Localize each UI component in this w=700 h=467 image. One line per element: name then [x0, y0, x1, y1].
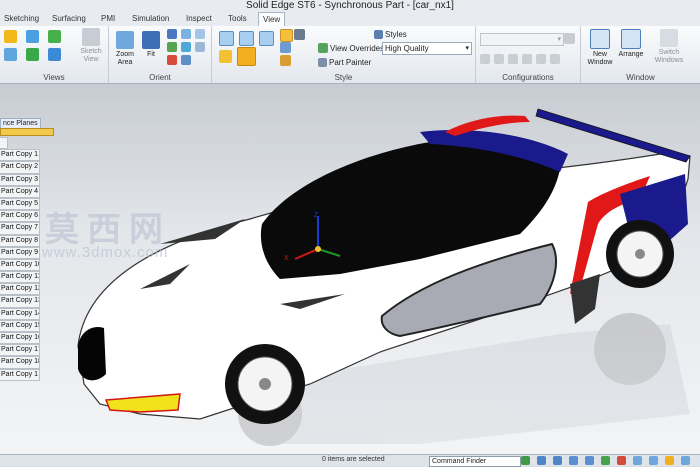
fit-button[interactable]: Fit: [140, 31, 162, 59]
chevron-down-icon: ▾: [557, 36, 561, 43]
visible-edges-icon[interactable]: [649, 456, 658, 465]
zoom-area-icon: [116, 31, 134, 49]
zoom-icon[interactable]: [167, 29, 177, 39]
tab-tools[interactable]: Tools: [224, 12, 251, 25]
config-icon-1[interactable]: [480, 54, 490, 64]
render-quality-select[interactable]: High Quality ▾: [382, 42, 472, 55]
new-window-icon: [590, 29, 610, 49]
config-icon-4[interactable]: [522, 54, 532, 64]
graphics-viewport[interactable]: nce Planes Part Copy 1 Part Copy 2 Part …: [0, 84, 700, 454]
configurations-group-label: Configurations: [502, 73, 554, 82]
switch-windows-button[interactable]: Switch Windows: [649, 29, 689, 65]
light-icon[interactable]: [280, 29, 293, 42]
new-window-button[interactable]: New Window: [583, 29, 617, 67]
tab-surfacing[interactable]: Surfacing: [48, 12, 90, 25]
selection-status: 0 items are selected: [322, 456, 385, 463]
view-front-icon[interactable]: [26, 30, 39, 43]
views-group: Sketch View Views: [0, 26, 109, 83]
look-at-icon[interactable]: [181, 55, 191, 65]
config-icon-5[interactable]: [536, 54, 546, 64]
shaded-yellow-icon[interactable]: [219, 50, 232, 63]
status-bar: 0 items are selected Command Finder: [0, 454, 700, 467]
watermark-url: www.3dmox.com: [42, 244, 169, 261]
car-front-wheel: [225, 344, 305, 424]
tab-sketching[interactable]: Sketching: [0, 12, 43, 25]
orient-group-label: Orient: [149, 73, 171, 82]
common-views-icon[interactable]: [195, 42, 205, 52]
view-cube-icon[interactable]: [4, 30, 17, 43]
view-overrides-icon[interactable]: [318, 43, 328, 53]
style-group-label: Style: [334, 73, 353, 82]
ribbon: Sketch View Views Zoom Area Fit Orient V…: [0, 26, 700, 84]
tab-inspect[interactable]: Inspect: [182, 12, 216, 25]
view-front-icon[interactable]: [537, 456, 546, 465]
view-back-icon[interactable]: [48, 48, 61, 61]
window-title: Solid Edge ST6 - Synchronous Part - [car…: [0, 0, 700, 11]
zoom-area-button[interactable]: Zoom Area: [112, 31, 138, 67]
view-top-icon[interactable]: [48, 30, 61, 43]
part-painter-icon[interactable]: [318, 58, 327, 67]
save-configuration-icon[interactable]: [564, 33, 575, 44]
window-group-label: Window: [626, 73, 655, 82]
display-options-icon[interactable]: [294, 29, 305, 40]
view-right-icon[interactable]: [4, 48, 17, 61]
command-finder-input[interactable]: Command Finder: [429, 456, 521, 467]
config-icon-3[interactable]: [508, 54, 518, 64]
named-views-icon[interactable]: [195, 29, 205, 39]
shaded-icon[interactable]: [219, 31, 234, 46]
sketch-view-icon: [82, 28, 100, 46]
arrange-button[interactable]: Arrange: [617, 29, 645, 59]
sketch-view-button[interactable]: Sketch View: [76, 28, 106, 64]
orient-group: Zoom Area Fit Orient: [109, 26, 212, 83]
config-icon-2[interactable]: [494, 54, 504, 64]
chevron-down-icon: ▾: [465, 45, 469, 52]
rotate-icon[interactable]: [617, 456, 626, 465]
rotate-icon[interactable]: [167, 55, 177, 65]
pan-icon[interactable]: [601, 456, 610, 465]
views-group-label: Views: [43, 73, 65, 82]
car-rear-wheel: [606, 220, 674, 288]
car-model[interactable]: [0, 84, 700, 454]
visible-edges-icon[interactable]: [259, 31, 274, 46]
styles-icon[interactable]: [374, 30, 383, 39]
shaded-edges-icon[interactable]: [239, 31, 254, 46]
zoom-icon[interactable]: [569, 456, 578, 465]
reflection-icon[interactable]: [280, 55, 291, 66]
tab-simulation[interactable]: Simulation: [128, 12, 173, 25]
shaded-visible-edges-icon[interactable]: [237, 47, 256, 66]
styles-button[interactable]: Styles: [385, 30, 407, 39]
shaded-icon[interactable]: [633, 456, 642, 465]
part-painter-button[interactable]: Part Painter: [329, 58, 371, 67]
fit-icon[interactable]: [585, 456, 594, 465]
refresh-icon[interactable]: [521, 456, 530, 465]
config-icon-6[interactable]: [550, 54, 560, 64]
ribbon-tab-bar: Sketching Surfacing PMI Simulation Inspe…: [0, 11, 700, 27]
view-overrides-button[interactable]: View Overrides: [330, 44, 384, 53]
view-orientation-icon[interactable]: [681, 456, 690, 465]
style-group: View Overrides Styles High Quality ▾ Par…: [212, 26, 476, 83]
triad-z-label: Z: [314, 212, 319, 219]
tab-pmi[interactable]: PMI: [97, 12, 119, 25]
zoom-area-icon[interactable]: [553, 456, 562, 465]
spin-icon[interactable]: [181, 42, 191, 52]
pan-icon[interactable]: [167, 42, 177, 52]
arrange-icon: [621, 29, 641, 49]
view-iso-icon[interactable]: [26, 48, 39, 61]
triad-x-label: X: [284, 255, 289, 262]
window-group: New Window Arrange Switch Windows Window: [581, 26, 700, 83]
switch-windows-icon: [660, 29, 678, 47]
previous-view-icon[interactable]: [181, 29, 191, 39]
configuration-select[interactable]: ▾: [480, 33, 564, 46]
fit-icon: [142, 31, 160, 49]
light-icon[interactable]: [665, 456, 674, 465]
configurations-group: ▾ Configurations: [476, 26, 581, 83]
background-icon[interactable]: [280, 42, 291, 53]
tab-view[interactable]: View: [258, 12, 286, 27]
